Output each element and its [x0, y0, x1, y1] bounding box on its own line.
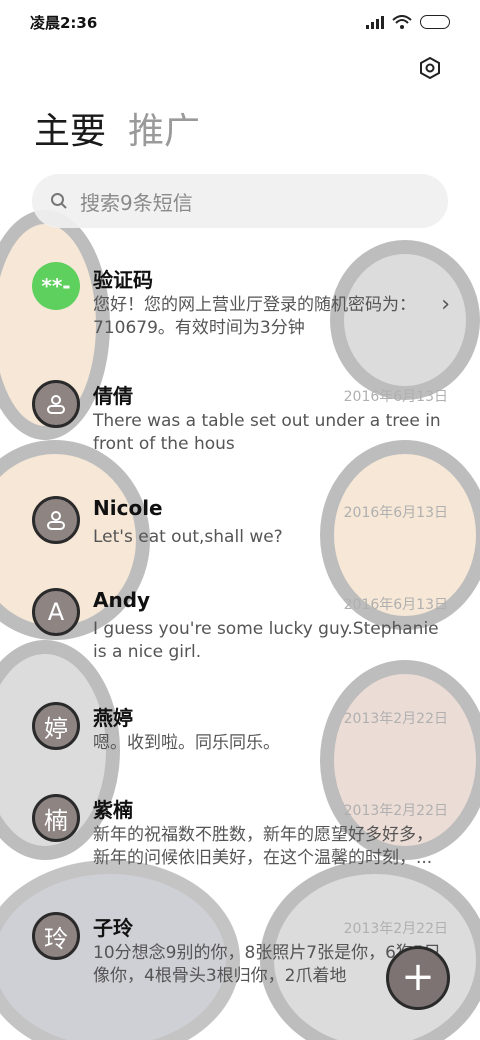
avatar: 楠: [32, 794, 80, 842]
avatar: [32, 496, 80, 544]
conversation-preview: 新年的祝福数不胜数，新年的愿望好多好多，新年的问候依旧美好，在这个温馨的时刻，.…: [93, 825, 433, 868]
conversation-item[interactable]: 倩倩 2016年6月13日 There was a table set out …: [0, 364, 480, 480]
battery-icon: [420, 15, 450, 29]
conversation-date: 2013年2月22日: [343, 803, 448, 819]
conversation-preview: 嗯。收到啦。同乐同乐。: [93, 733, 280, 753]
tab-promotions[interactable]: 推广: [128, 110, 200, 154]
avatar: 玲: [32, 912, 80, 960]
conversation-date: 2016年6月13日: [343, 505, 448, 521]
gear-icon: [420, 56, 440, 80]
conversation-preview: I guess you're some lucky guy.Stephanie …: [93, 619, 439, 662]
avatar: **-: [32, 262, 80, 310]
conversation-item[interactable]: 婷 燕婷 2013年2月22日 嗯。收到啦。同乐同乐。: [0, 690, 480, 784]
conversation-date: 2013年2月22日: [343, 921, 448, 937]
conversation-item[interactable]: Nicole 2016年6月13日 Let's eat out,shall we…: [0, 480, 480, 574]
search-input[interactable]: 搜索9条短信: [32, 174, 448, 228]
conversation-name: 燕婷: [93, 706, 133, 730]
avatar: A: [32, 588, 80, 636]
avatar: [32, 380, 80, 428]
status-icons: [366, 15, 450, 29]
new-message-button[interactable]: +: [386, 946, 450, 1010]
conversation-list: **- 验证码 您好！您的网上营业厅登录的随机密码为：710679。有效时间为3…: [0, 248, 480, 1012]
search-icon: [51, 193, 67, 209]
signal-icon: [366, 16, 384, 29]
status-time: 凌晨2:36: [30, 13, 98, 32]
conversation-name: 紫楠: [93, 798, 133, 822]
wifi-icon: [392, 15, 412, 29]
conversation-date: 2016年6月13日: [343, 389, 448, 405]
status-bar: 凌晨2:36: [0, 0, 480, 44]
conversation-item[interactable]: **- 验证码 您好！您的网上营业厅登录的随机密码为：710679。有效时间为3…: [0, 248, 480, 364]
conversation-name: 倩倩: [93, 384, 133, 408]
conversation-date: 2016年6月13日: [343, 597, 448, 613]
conversation-name: 子玲: [93, 916, 133, 940]
avatar: 婷: [32, 702, 80, 750]
search-placeholder: 搜索9条短信: [80, 190, 193, 215]
conversation-name: 验证码: [93, 268, 153, 292]
conversation-preview: Let's eat out,shall we?: [93, 527, 283, 547]
person-icon: [47, 511, 65, 530]
conversation-name: Andy: [93, 588, 151, 612]
conversation-preview: 您好！您的网上营业厅登录的随机密码为：710679。有效时间为3分钟: [93, 295, 416, 338]
person-icon: [47, 395, 65, 414]
conversation-item[interactable]: A Andy 2016年6月13日 I guess you're some lu…: [0, 574, 480, 690]
tab-bar: 主要 推广: [34, 110, 200, 154]
tab-primary[interactable]: 主要: [34, 110, 106, 154]
settings-button[interactable]: [416, 54, 444, 82]
chevron-right-icon: ›: [441, 292, 450, 317]
conversation-preview: There was a table set out under a tree i…: [93, 411, 441, 454]
conversation-date: 2013年2月22日: [343, 711, 448, 727]
conversation-item[interactable]: 楠 紫楠 2013年2月22日 新年的祝福数不胜数，新年的愿望好多好多，新年的问…: [0, 784, 480, 902]
conversation-name: Nicole: [93, 496, 163, 520]
